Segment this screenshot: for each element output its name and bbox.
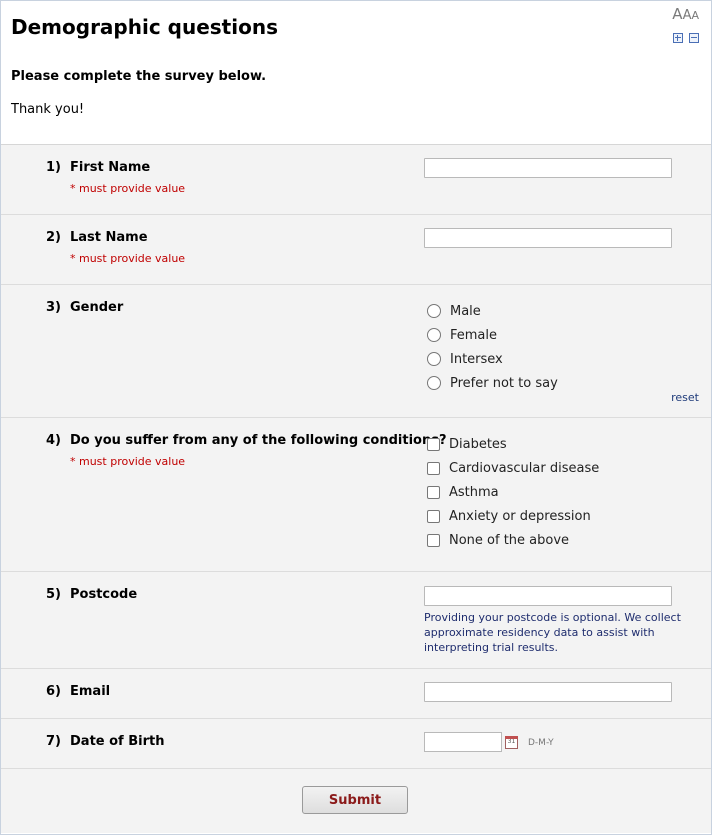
gender-option-prefer-not-to-say[interactable]: Prefer not to say (427, 371, 558, 395)
question-number: 6) (46, 684, 61, 699)
survey-instructions: Please complete the survey below. (11, 69, 267, 84)
page-title: Demographic questions (11, 15, 278, 39)
first-name-input[interactable] (424, 158, 672, 178)
question-label: Postcode (70, 587, 138, 602)
condition-option-anxiety[interactable]: Anxiety or depression (427, 504, 599, 528)
gender-option-intersex[interactable]: Intersex (427, 347, 558, 371)
question-number: 1) (46, 160, 61, 175)
font-size-indicator: AAA (672, 5, 699, 23)
required-note: * must provide value (70, 252, 186, 265)
email-input[interactable] (424, 682, 672, 702)
question-gender: 3) Gender Male Female Intersex Prefer no… (1, 285, 711, 418)
condition-option-none[interactable]: None of the above (427, 528, 599, 552)
font-resize-control: AAA (659, 6, 699, 47)
question-number: 5) (46, 587, 61, 602)
radio-button[interactable] (427, 304, 441, 318)
gender-option-female[interactable]: Female (427, 323, 558, 347)
question-label: Date of Birth (70, 734, 165, 749)
submit-button[interactable]: Submit (302, 786, 408, 814)
increase-font-icon[interactable] (673, 33, 683, 43)
checkbox[interactable] (427, 437, 440, 451)
date-of-birth-input[interactable] (424, 732, 502, 752)
checkbox[interactable] (427, 533, 440, 547)
last-name-input[interactable] (424, 228, 672, 248)
radio-button[interactable] (427, 376, 441, 390)
question-email: 6) Email (1, 669, 711, 719)
question-label: Gender (70, 300, 124, 315)
gender-option-male[interactable]: Male (427, 299, 558, 323)
conditions-options: Diabetes Cardiovascular disease Asthma A… (427, 432, 599, 552)
question-number: 3) (46, 300, 61, 315)
required-note: * must provide value (70, 455, 186, 468)
question-conditions: 4) Do you suffer from any of the followi… (1, 418, 711, 572)
question-label: Email (70, 684, 111, 699)
question-label: Do you suffer from any of the following … (70, 433, 447, 448)
reset-link[interactable]: reset (671, 391, 699, 404)
condition-option-asthma[interactable]: Asthma (427, 480, 599, 504)
question-first-name: 1) First Name * must provide value (1, 145, 711, 215)
required-note: * must provide value (70, 182, 186, 195)
condition-option-diabetes[interactable]: Diabetes (427, 432, 599, 456)
postcode-input[interactable] (424, 586, 672, 606)
calendar-icon[interactable]: 31 (505, 736, 518, 749)
question-label: First Name (70, 160, 151, 175)
postcode-note: Providing your postcode is optional. We … (424, 611, 681, 654)
question-number: 7) (46, 734, 61, 749)
date-format-hint: D-M-Y (528, 738, 554, 748)
checkbox[interactable] (427, 461, 440, 475)
checkbox[interactable] (427, 509, 440, 523)
question-postcode: 5) Postcode Providing your postcode is o… (1, 572, 711, 669)
checkbox[interactable] (427, 485, 440, 499)
question-number: 2) (46, 230, 61, 245)
question-label: Last Name (70, 230, 148, 245)
thank-you-text: Thank you! (11, 102, 85, 117)
gender-options: Male Female Intersex Prefer not to say (427, 299, 558, 395)
submit-row: Submit (1, 769, 711, 833)
question-number: 4) (46, 433, 61, 448)
question-last-name: 2) Last Name * must provide value (1, 215, 711, 285)
condition-option-cardiovascular[interactable]: Cardiovascular disease (427, 456, 599, 480)
radio-button[interactable] (427, 352, 441, 366)
radio-button[interactable] (427, 328, 441, 342)
survey-page: Demographic questions Please complete th… (0, 0, 712, 835)
survey-header: Demographic questions Please complete th… (1, 1, 711, 145)
question-date-of-birth: 7) Date of Birth 31 D-M-Y (1, 719, 711, 769)
decrease-font-icon[interactable] (689, 33, 699, 43)
